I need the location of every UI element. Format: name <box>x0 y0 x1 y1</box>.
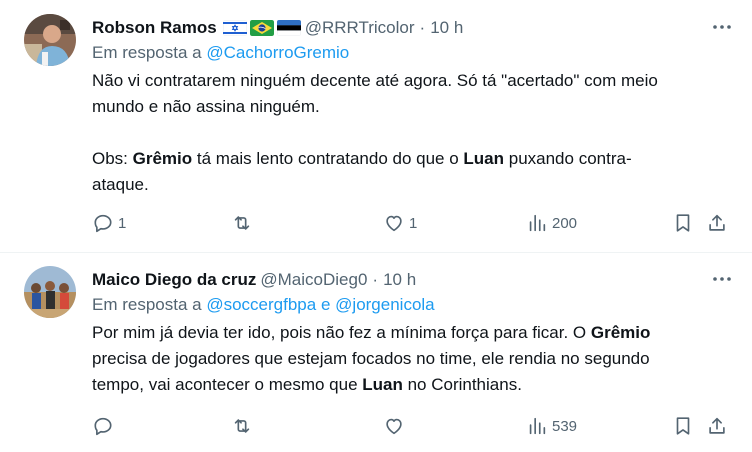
bookmark-button[interactable] <box>672 211 694 235</box>
like-button[interactable]: 1 <box>383 211 417 235</box>
bookmark-button[interactable] <box>672 414 694 438</box>
reply-button[interactable]: 1 <box>92 211 126 235</box>
separator-dot: · <box>419 17 426 37</box>
share-button[interactable] <box>706 211 728 235</box>
avatar[interactable] <box>24 266 76 318</box>
view-count: 200 <box>552 214 578 232</box>
timestamp[interactable]: 10 h <box>430 18 463 38</box>
estonia-flag-icon <box>276 19 301 36</box>
brazil-flag-icon <box>249 19 274 36</box>
like-button[interactable] <box>383 414 405 438</box>
tweet-text: Não vi contratarem ninguém decente até a… <box>92 71 658 194</box>
retweet-button[interactable] <box>231 414 253 438</box>
share-button[interactable] <box>706 414 728 438</box>
tweet-actions: 539 <box>92 414 728 438</box>
retweet-button[interactable] <box>231 211 253 235</box>
mention-link[interactable]: @jorgenicola <box>335 295 434 314</box>
avatar[interactable] <box>24 14 76 66</box>
views-button[interactable]: 200 <box>526 211 577 235</box>
heart-icon <box>386 215 402 232</box>
reply-context: Em resposta a @soccergfbpa e @jorgenicol… <box>92 295 435 314</box>
reply-button[interactable] <box>92 414 118 438</box>
reply-count: 1 <box>118 214 127 232</box>
retweet-icon <box>234 419 250 433</box>
analytics-icon <box>529 417 546 435</box>
author-name[interactable]: Maico Diego da cruz <box>92 270 256 290</box>
analytics-icon <box>529 214 546 232</box>
like-count: 1 <box>409 214 418 232</box>
bookmark-icon <box>676 214 690 232</box>
mention-link[interactable]: @soccergfbpa <box>206 295 316 314</box>
tweet-text: Por mim já devia ter ido, pois não fez a… <box>92 323 651 394</box>
author-handle[interactable]: @MaicoDieg0 <box>260 270 367 290</box>
separator-dot: · <box>372 269 379 289</box>
more-options-icon[interactable] <box>710 269 734 289</box>
reply-icon <box>94 417 112 436</box>
reply-icon <box>94 214 112 233</box>
israel-flag-icon <box>222 19 247 36</box>
more-options-icon[interactable] <box>710 17 734 37</box>
share-icon <box>709 214 725 231</box>
author-handle[interactable]: @RRRTricolor <box>305 18 415 38</box>
tweet-actions: 1 1 200 <box>92 211 728 235</box>
views-button[interactable]: 539 <box>526 414 577 438</box>
retweet-icon <box>234 216 250 230</box>
share-icon <box>709 417 725 434</box>
author-name[interactable]: Robson Ramos <box>92 18 217 38</box>
tweet[interactable]: Robson Ramos @RRRTricolor · 10 h Em resp… <box>0 0 752 253</box>
bookmark-icon <box>676 417 690 435</box>
mention-link[interactable]: @CachorroGremio <box>206 43 349 62</box>
reply-context: Em resposta a @CachorroGremio <box>92 43 350 62</box>
timestamp[interactable]: 10 h <box>383 270 416 290</box>
view-count: 539 <box>552 417 578 435</box>
tweet[interactable]: Maico Diego da cruz @MaicoDieg0 · 10 h E… <box>0 253 752 452</box>
hashtag-like-bold: Grêmio <box>132 149 193 168</box>
heart-icon <box>386 418 402 435</box>
